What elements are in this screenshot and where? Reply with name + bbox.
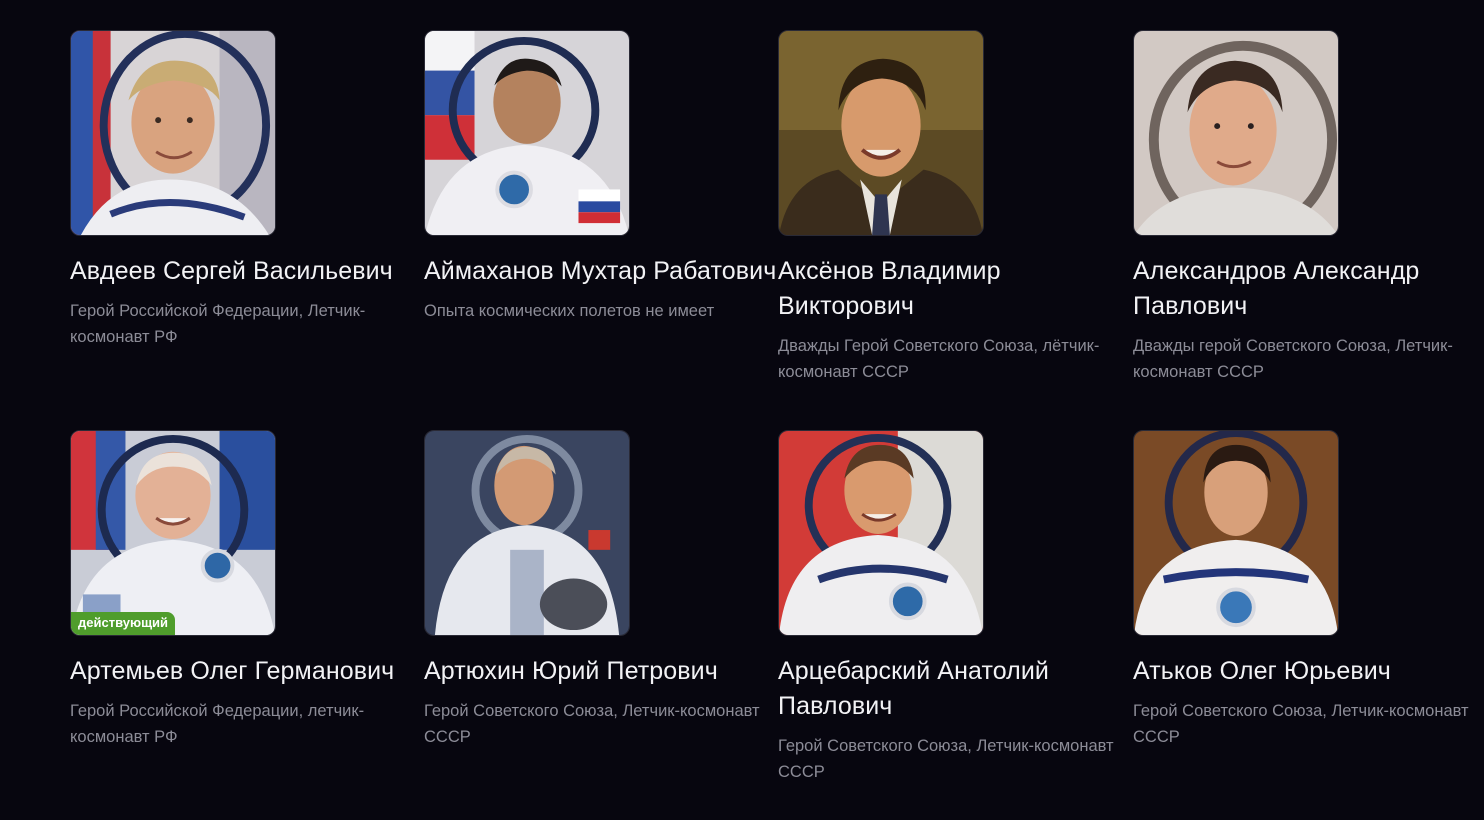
cosmonaut-name[interactable]: Аксёнов Владимир Викторович xyxy=(778,254,1132,324)
cosmonaut-name[interactable]: Александров Александр Павлович xyxy=(1133,254,1484,324)
cosmonaut-description: Герой Российской Федерации, летчик-космо… xyxy=(70,702,365,746)
cosmonaut-card[interactable]: Артюхин Юрий Петрович Герой Советского С… xyxy=(424,430,778,750)
cosmonaut-card[interactable]: Аймаханов Мухтар Рабатович Опыта космиче… xyxy=(424,30,778,324)
astronaut-portrait-icon xyxy=(71,31,275,235)
cosmonaut-description: Герой Советского Союза, Летчик-космонавт… xyxy=(778,737,1114,781)
cosmonaut-description: Герой Советского Союза, Летчик-космонавт… xyxy=(424,702,760,746)
cosmonaut-description: Опыта космических полетов не имеет xyxy=(424,302,715,320)
cosmonaut-grid: Авдеев Сергей Васильевич Герой Российско… xyxy=(0,0,1484,820)
cosmonaut-card[interactable]: Александров Александр Павлович Дважды ге… xyxy=(1133,30,1484,385)
cosmonaut-photo[interactable] xyxy=(1133,430,1339,636)
astronaut-portrait-icon xyxy=(425,431,629,635)
cosmonaut-description: Дважды Герой Советского Союза, лётчик-ко… xyxy=(778,337,1100,381)
business-portrait-icon xyxy=(779,31,983,235)
cosmonaut-name[interactable]: Атьков Олег Юрьевич xyxy=(1133,654,1484,689)
cosmonaut-card[interactable]: Авдеев Сергей Васильевич Герой Российско… xyxy=(70,30,424,350)
astronaut-portrait-icon xyxy=(1134,31,1338,235)
cosmonaut-photo[interactable] xyxy=(424,430,630,636)
cosmonaut-name[interactable]: Артемьев Олег Германович xyxy=(70,654,424,689)
cosmonaut-photo[interactable] xyxy=(778,30,984,236)
cosmonaut-photo[interactable] xyxy=(70,30,276,236)
cosmonaut-photo[interactable]: действующий xyxy=(70,430,276,636)
cosmonaut-name[interactable]: Авдеев Сергей Васильевич xyxy=(70,254,424,289)
astronaut-portrait-icon xyxy=(71,431,275,635)
cosmonaut-name[interactable]: Арцебарский Анатолий Павлович xyxy=(778,654,1132,724)
cosmonaut-photo[interactable] xyxy=(424,30,630,236)
cosmonaut-card[interactable]: действующий Артемьев Олег Германович Гер… xyxy=(70,430,424,750)
active-status-badge: действующий xyxy=(71,612,176,635)
cosmonaut-card[interactable]: Атьков Олег Юрьевич Герой Советского Сою… xyxy=(1133,430,1484,750)
cosmonaut-description: Дважды герой Советского Союза, Летчик-ко… xyxy=(1133,337,1453,381)
cosmonaut-card[interactable]: Арцебарский Анатолий Павлович Герой Сове… xyxy=(778,430,1132,785)
cosmonaut-photo[interactable] xyxy=(1133,30,1339,236)
astronaut-portrait-icon xyxy=(425,31,629,235)
cosmonaut-description: Герой Советского Союза, Летчик-космонавт… xyxy=(1133,702,1469,746)
astronaut-portrait-icon xyxy=(1134,431,1338,635)
cosmonaut-name[interactable]: Артюхин Юрий Петрович xyxy=(424,654,778,689)
cosmonaut-photo[interactable] xyxy=(778,430,984,636)
cosmonaut-description: Герой Российской Федерации, Летчик-космо… xyxy=(70,302,366,346)
cosmonaut-card[interactable]: Аксёнов Владимир Викторович Дважды Герой… xyxy=(778,30,1132,385)
cosmonaut-name[interactable]: Аймаханов Мухтар Рабатович xyxy=(424,254,778,289)
astronaut-portrait-icon xyxy=(779,431,983,635)
